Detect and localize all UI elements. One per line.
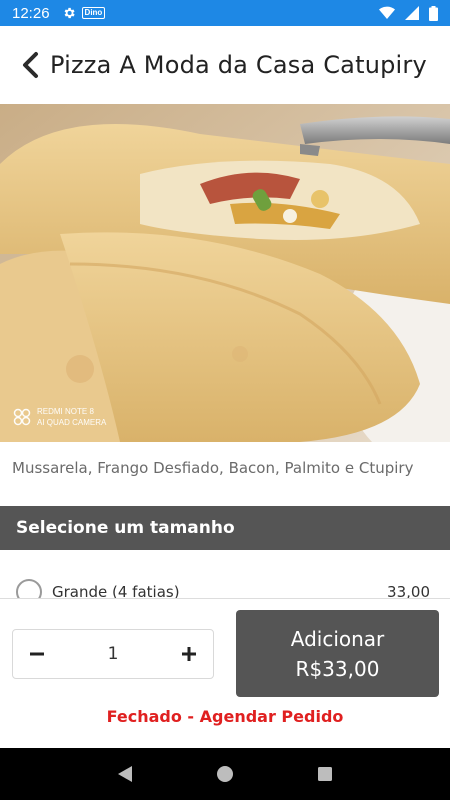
recents-square-icon (318, 767, 332, 781)
app-header: Pizza A Moda da Casa Catupiry (0, 26, 450, 104)
cart-panel: 1 Adicionar R$33,00 Fechado - Agendar Pe… (0, 598, 450, 748)
watermark-line-1: REDMI NOTE 8 (37, 407, 94, 416)
gear-icon (64, 7, 75, 19)
plus-icon (182, 647, 196, 661)
increase-button[interactable] (165, 630, 213, 678)
dino-tag: Dino (81, 7, 106, 19)
back-button[interactable] (10, 45, 50, 85)
watermark-line-2: AI QUAD CAMERA (37, 418, 107, 427)
quantity-value: 1 (107, 644, 119, 664)
wifi-icon (379, 6, 395, 19)
size-section-title: Selecione um tamanho (16, 518, 235, 538)
nav-back-button[interactable] (105, 754, 145, 794)
home-circle-icon (217, 766, 233, 782)
add-button-price: R$33,00 (295, 656, 380, 681)
nav-home-button[interactable] (205, 754, 245, 794)
add-button-label: Adicionar (290, 626, 385, 651)
closed-status-message: Fechado - Agendar Pedido (106, 707, 344, 726)
system-nav-bar (0, 748, 450, 800)
nav-recents-button[interactable] (305, 754, 345, 794)
size-section-header: Selecione um tamanho (0, 506, 450, 550)
add-to-cart-button[interactable]: Adicionar R$33,00 (236, 610, 439, 697)
pizza-image (0, 104, 450, 442)
signal-icon (405, 6, 419, 20)
back-triangle-icon (118, 766, 132, 782)
quantity-stepper: 1 (12, 629, 214, 679)
camera-watermark: REDMI NOTE 8 AI QUAD CAMERA (13, 406, 106, 428)
minus-icon (30, 652, 44, 656)
page-title: Pizza A Moda da Casa Catupiry (50, 51, 427, 79)
product-description: Mussarela, Frango Desfiado, Bacon, Palmi… (12, 459, 414, 477)
camera-lens-icon (13, 408, 31, 426)
status-bar: 12:26 Dino (0, 0, 450, 26)
decrease-button[interactable] (13, 630, 61, 678)
product-photo: REDMI NOTE 8 AI QUAD CAMERA (0, 104, 450, 442)
battery-icon (429, 5, 438, 21)
status-time: 12:26 (12, 4, 50, 22)
chevron-left-icon (23, 52, 38, 78)
